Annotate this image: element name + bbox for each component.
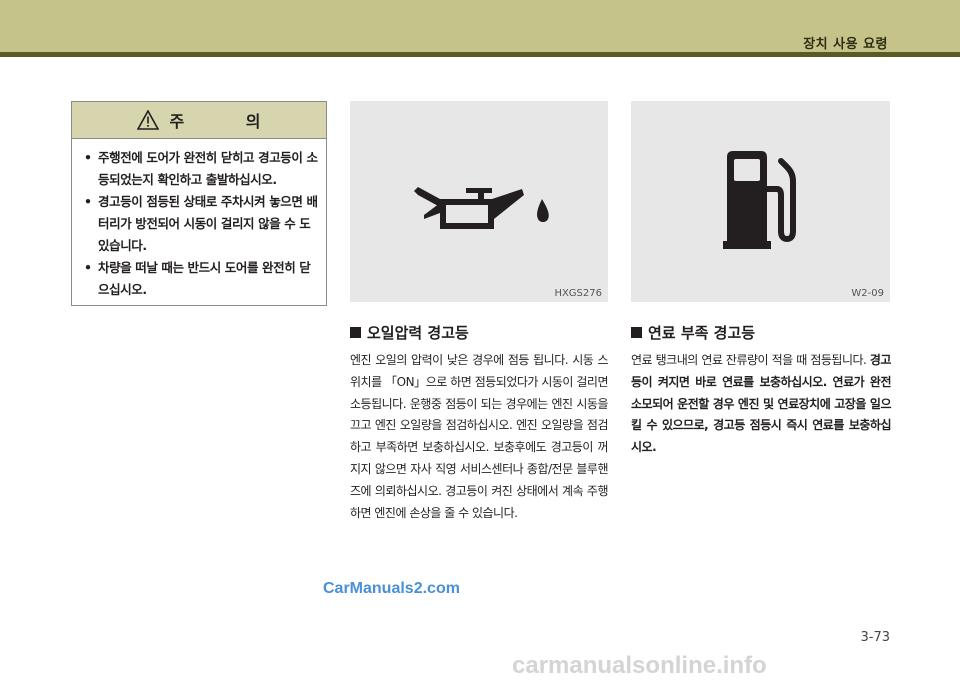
chapter-title: 장치 사용 요령 (803, 37, 888, 52)
fuel-warning-figure: W2-09 (631, 101, 890, 302)
fuel-warning-section: 연료 부족 경고등 연료 탱크내의 연료 잔류량이 적을 때 점등됩니다. 경고… (631, 322, 892, 459)
oil-warning-figure: HXGS276 (350, 101, 608, 302)
caution-header: 주 의 (72, 102, 326, 139)
figure-code: HXGS276 (554, 288, 602, 299)
caution-box: 주 의 • 주행전에 도어가 완전히 닫히고 경고등이 소등되었는지 확인하고 출… (71, 101, 327, 306)
caution-item: • 주행전에 도어가 완전히 닫히고 경고등이 소등되었는지 확인하고 출발하십시… (84, 147, 318, 191)
bullet-icon: • (84, 260, 92, 275)
section-title: 연료 부족 경고등 (631, 322, 891, 343)
caution-list: • 주행전에 도어가 완전히 닫히고 경고등이 소등되었는지 확인하고 출발하십시… (72, 139, 326, 301)
figure-code: W2-09 (851, 288, 884, 299)
fuel-pump-icon (723, 151, 796, 249)
caution-item: • 경고등이 점등된 상태로 주차시켜 놓으면 배터리가 방전되어 시동이 걸리지… (84, 191, 318, 257)
bullet-icon: • (84, 194, 92, 209)
carmanuals-watermark: CarManuals2.com (323, 580, 460, 597)
section-title: 오일압력 경고등 (350, 322, 608, 343)
bullet-icon: • (84, 150, 92, 165)
oil-can-icon (414, 187, 549, 229)
oil-pressure-section: 오일압력 경고등 엔진 오일의 압력이 낮은 경우에 점등 됩니다. 시동 스위… (350, 322, 609, 524)
section-body: 연료 탱크내의 연료 잔류량이 적을 때 점등됩니다. 경고등이 켜지면 바로 … (631, 353, 892, 455)
square-bullet-icon (350, 327, 361, 338)
caution-item: • 차량을 떠날 때는 반드시 도어를 완전히 닫으십시오. (84, 257, 318, 301)
caution-title: 주 의 (169, 112, 289, 131)
warning-triangle-icon (137, 110, 160, 130)
page-number: 3-73 (860, 630, 890, 645)
site-watermark: carmanualsonline.info (512, 652, 767, 679)
square-bullet-icon (631, 327, 642, 338)
header-rule (0, 52, 960, 57)
section-body: 엔진 오일의 압력이 낮은 경우에 점등 됩니다. 시동 스위치를 「ON」으로… (350, 353, 609, 520)
